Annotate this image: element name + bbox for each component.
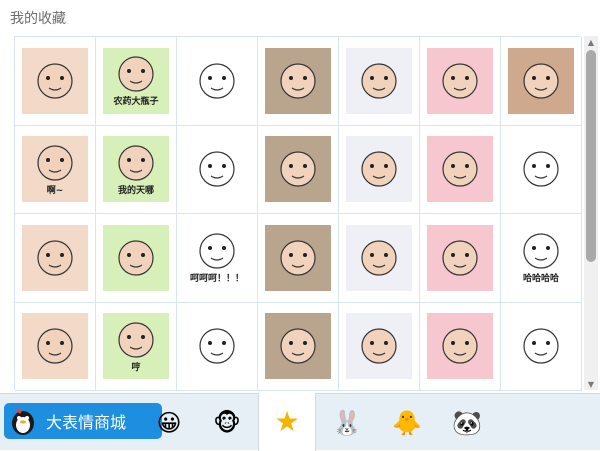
sticker-bear-holding-bottle: 农药大瓶子 [103, 47, 169, 114]
sticker-cell[interactable] [339, 37, 420, 126]
tab-panda-character[interactable]: 🐼 [438, 394, 496, 451]
sticker-panda-man-laughing: 呵呵呵！！！ [184, 224, 250, 291]
sticker-cell[interactable]: 哼 [96, 302, 177, 391]
sticker-cell[interactable] [339, 214, 420, 303]
panel-title: 我的收藏 [10, 11, 66, 27]
penguin-mascot-icon [6, 404, 40, 438]
tab-favorites-star[interactable]: ★ [258, 393, 316, 451]
sticker-half-face-peek [265, 313, 331, 380]
sticker-cell[interactable] [339, 125, 420, 214]
sticker-tall-face-character [346, 136, 412, 203]
sticker-cell[interactable] [420, 125, 501, 214]
bottom-toolbar: 大表情商城 😀 🐵 ★ 🐰 🐥 🐼 [0, 393, 600, 451]
sticker-girl-smiling [22, 47, 88, 114]
sticker-cell[interactable] [258, 214, 339, 303]
sticker-baby-crying [508, 47, 574, 114]
sticker-cell[interactable] [258, 125, 339, 214]
sticker-boy-looking [427, 136, 493, 203]
tab-pink-character[interactable]: 🐰 [318, 394, 376, 451]
sticker-caption: 农药大瓶子 [113, 97, 159, 108]
sticker-caption: 啊~ [46, 185, 64, 196]
favorites-star-icon: ★ [274, 405, 300, 438]
sticker-cat-with-hat [265, 47, 331, 114]
sticker-cell[interactable] [420, 37, 501, 126]
monkey-icon: 🐵 [213, 408, 241, 437]
tab-monkey[interactable]: 🐵 [198, 394, 256, 451]
sticker-boy-crying [346, 313, 412, 380]
sticker-blank-stare-face [103, 224, 169, 291]
sticker-white-fox-sitting [427, 47, 493, 114]
sticker-cell[interactable]: 哈哈哈哈 [501, 214, 582, 303]
sticker-caption: 呵呵呵！！！ [189, 274, 244, 285]
sticker-cell[interactable] [501, 37, 582, 126]
sticker-caption: 哼 [131, 362, 141, 373]
sticker-cell[interactable]: 农药大瓶子 [96, 37, 177, 126]
sticker-crying-my-mom: 我的天哪 [103, 136, 169, 203]
sticker-cell[interactable] [420, 214, 501, 303]
sticker-woman-laughing: 哈哈哈哈 [508, 224, 574, 291]
sticker-mall-label: 大表情商城 [46, 413, 127, 432]
sticker-cell[interactable] [339, 302, 420, 391]
sticker-ah-squiggle: 啊~ [22, 136, 88, 203]
sticker-rabbit-hmph: 哼 [103, 313, 169, 380]
sticker-spotlight-figure [184, 313, 250, 380]
sticker-grid: 农药大瓶子啊~ 我的天哪呵呵呵！！！ 哈哈哈哈哼 [14, 36, 582, 391]
sticker-girl-closeup [265, 136, 331, 203]
sticker-red-haired-anime [346, 224, 412, 291]
sticker-rabbit-sketch [508, 313, 574, 380]
sticker-mall-button[interactable]: 大表情商城 [4, 403, 162, 439]
scroll-up-arrow-icon[interactable]: ▲ [584, 36, 598, 48]
sticker-cell[interactable] [420, 302, 501, 391]
sticker-cell[interactable] [96, 214, 177, 303]
sticker-cell[interactable] [177, 37, 258, 126]
sticker-cell[interactable] [15, 214, 96, 303]
sticker-cell[interactable] [258, 37, 339, 126]
sticker-caption: 我的天哪 [117, 185, 154, 196]
scroll-down-arrow-icon[interactable]: ▼ [584, 378, 598, 390]
sticker-cell[interactable] [501, 302, 582, 391]
sticker-baby-face [22, 313, 88, 380]
sticker-cell[interactable]: 我的天哪 [96, 125, 177, 214]
sticker-shocked-cat [184, 136, 250, 203]
pink-character-icon: 🐰 [332, 408, 362, 437]
scrollbar[interactable]: ▲ ▼ [584, 36, 598, 390]
sticker-cell[interactable] [15, 37, 96, 126]
sticker-doubtful-face [508, 136, 574, 203]
orange-character-icon: 🐥 [392, 408, 422, 437]
sticker-cell[interactable]: 呵呵呵！！！ [177, 214, 258, 303]
sticker-caption: 哈哈哈哈 [522, 274, 559, 285]
sticker-cell[interactable] [501, 125, 582, 214]
sticker-anime-girl-white-hair [346, 47, 412, 114]
panda-character-icon: 🐼 [452, 408, 482, 437]
scroll-thumb[interactable] [586, 50, 596, 262]
sticker-smug-face [184, 47, 250, 114]
tab-emoji-smile[interactable]: 😀 [140, 394, 198, 451]
sticker-cell[interactable] [15, 302, 96, 391]
sticker-cell[interactable] [177, 125, 258, 214]
emoji-smile-icon: 😀 [156, 408, 182, 437]
sticker-cell[interactable] [258, 302, 339, 391]
sticker-girl-in-car [427, 313, 493, 380]
sticker-cell[interactable] [177, 302, 258, 391]
sticker-cat-man-face [427, 224, 493, 291]
sticker-cell[interactable]: 啊~ [15, 125, 96, 214]
sticker-shocked-kid [22, 224, 88, 291]
tab-orange-character[interactable]: 🐥 [378, 394, 436, 451]
sticker-kid-in-cap [265, 224, 331, 291]
